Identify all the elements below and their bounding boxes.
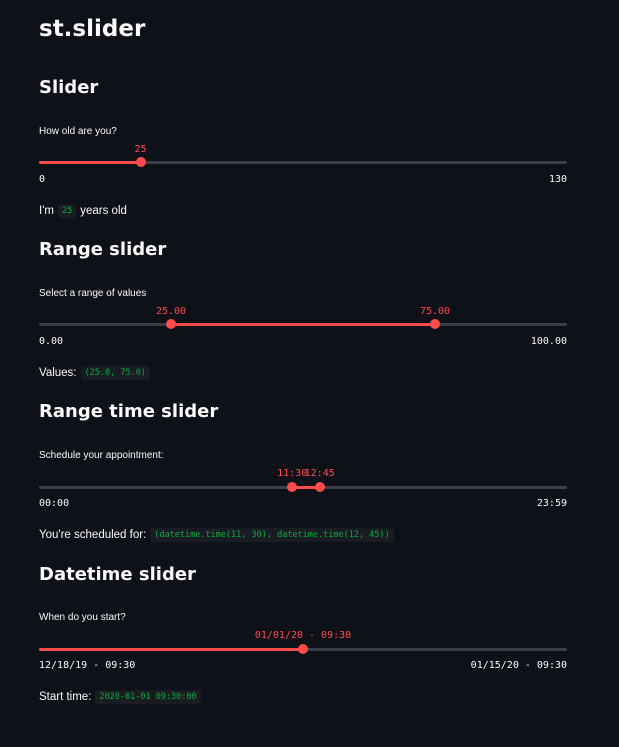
range-time-slider-result-code: (datetime.time(11, 30), datetime.time(12… xyxy=(150,528,394,542)
slider-value-label: 25 xyxy=(134,144,147,155)
range-time-slider-high-thumb[interactable] xyxy=(314,482,325,492)
slider-max-label: 130 xyxy=(548,174,567,185)
range-slider-result: Values: (25.0, 75.0) xyxy=(39,366,154,380)
slider-result-code: 25 xyxy=(57,204,77,218)
range-time-slider-min-label: 00:00 xyxy=(39,498,70,509)
range-time-slider-label: Schedule your appointment: xyxy=(39,450,164,461)
datetime-slider-max-label: 01/15/20 - 09:30 xyxy=(470,660,567,671)
streamlit-app: st.slider Slider How old are you? 25 0 1… xyxy=(0,0,619,747)
range-time-slider-track[interactable] xyxy=(39,482,567,492)
range-slider-min-label: 0.00 xyxy=(39,336,64,347)
datetime-slider-label: When do you start? xyxy=(39,612,126,623)
slider-fill xyxy=(39,161,141,164)
datetime-slider-min-label: 12/18/19 - 09:30 xyxy=(39,660,136,671)
range-time-slider-low-thumb[interactable] xyxy=(287,482,298,492)
range-slider-track[interactable] xyxy=(39,319,567,329)
datetime-slider-value-label: 01/01/20 - 09:30 xyxy=(254,630,352,641)
range-time-slider-low-label: 11:30 xyxy=(277,468,308,479)
range-time-slider-result: You're scheduled for: (datetime.time(11,… xyxy=(39,528,398,542)
slider-track[interactable] xyxy=(39,157,567,167)
range-slider-low-thumb[interactable] xyxy=(166,319,176,329)
slider-result-suffix: years old xyxy=(80,205,127,217)
datetime-slider-track[interactable] xyxy=(39,644,567,654)
slider-result-prefix: I'm xyxy=(39,205,54,217)
range-slider-low-label: 25.00 xyxy=(155,306,187,317)
range-slider-high-label: 75.00 xyxy=(419,306,451,317)
range-slider-result-code: (25.0, 75.0) xyxy=(80,366,150,380)
range-slider-high-thumb[interactable] xyxy=(430,319,440,329)
datetime-slider-fill xyxy=(39,648,303,651)
datetime-slider-heading: Datetime slider xyxy=(39,564,196,585)
range-slider-label: Select a range of values xyxy=(39,288,147,299)
range-time-slider-max-label: 23:59 xyxy=(536,498,567,509)
slider-result: I'm 25 years old xyxy=(39,204,127,218)
slider-thumb[interactable] xyxy=(135,157,146,167)
datetime-slider-result: Start time: 2020-01-01 09:30:00 xyxy=(39,690,205,704)
datetime-slider-result-prefix: Start time: xyxy=(39,691,92,703)
range-slider-result-prefix: Values: xyxy=(39,367,77,379)
datetime-slider-thumb[interactable] xyxy=(298,644,308,654)
range-time-slider-heading: Range time slider xyxy=(39,401,219,422)
range-slider-heading: Range slider xyxy=(39,239,167,260)
slider-label: How old are you? xyxy=(39,126,117,137)
range-slider-max-label: 100.00 xyxy=(530,336,567,347)
range-time-slider-result-prefix: You're scheduled for: xyxy=(39,529,147,541)
page-title: st.slider xyxy=(39,16,146,42)
range-slider-fill xyxy=(171,323,435,326)
slider-heading: Slider xyxy=(39,77,99,98)
range-time-slider-high-label: 12:45 xyxy=(304,468,335,479)
slider-min-label: 0 xyxy=(39,174,46,185)
datetime-slider-result-code: 2020-01-01 09:30:00 xyxy=(95,690,201,704)
